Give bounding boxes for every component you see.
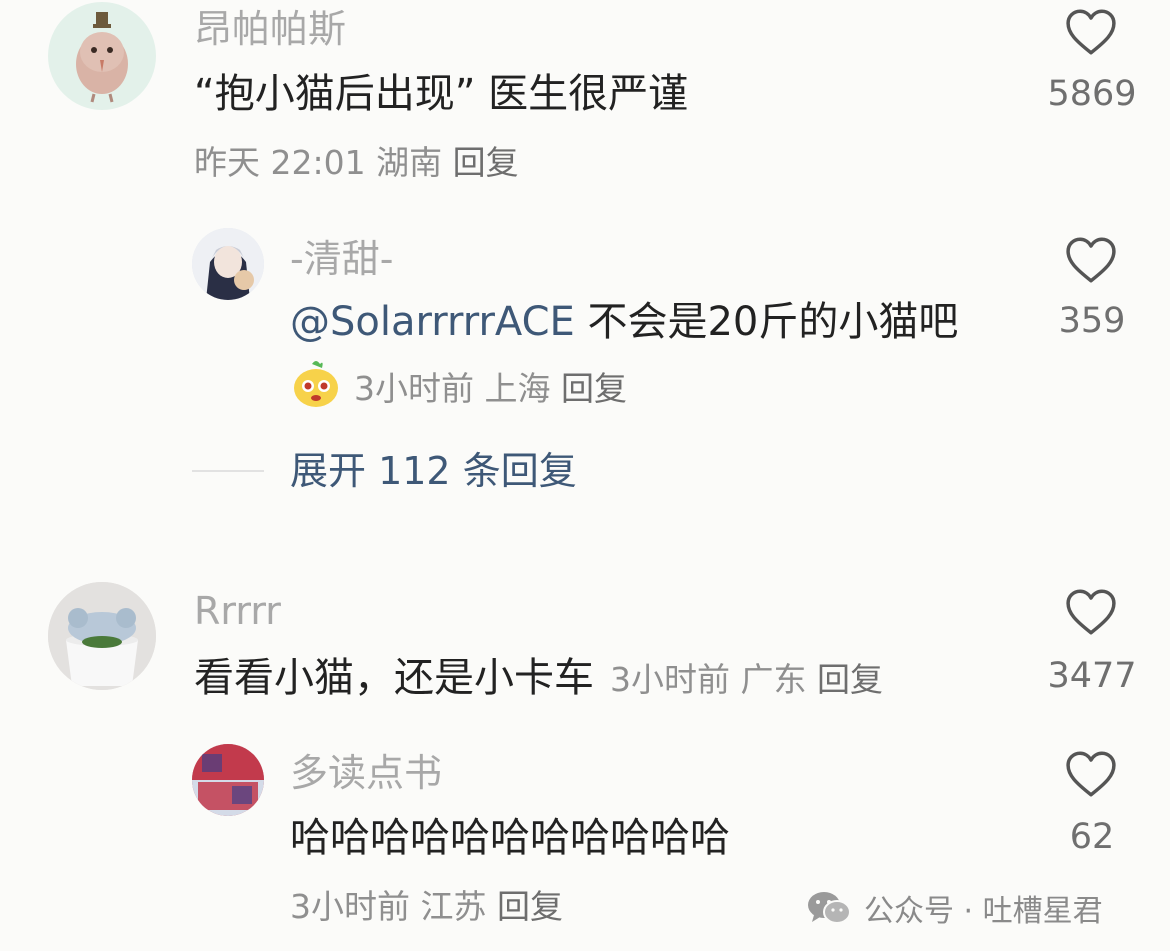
reply-button[interactable]: 回复	[497, 887, 563, 926]
comment-text: 看看小猫，还是小卡车	[194, 655, 594, 701]
heart-icon	[1066, 589, 1116, 635]
comment-time: 3小时前	[610, 660, 730, 699]
reply-location: 上海	[484, 369, 551, 408]
avatar[interactable]	[48, 582, 156, 690]
comment-text: “抱小猫后出现” 医生很严谨	[194, 71, 689, 117]
like-count: 62	[1069, 817, 1115, 857]
reply-username[interactable]: 多读点书	[290, 754, 442, 792]
comment-location: 湖南	[376, 143, 443, 182]
reply-text: 哈哈哈哈哈哈哈哈哈哈哈	[290, 815, 730, 861]
reply-text-content: 不会是20斤的小猫吧	[587, 299, 959, 345]
anime-avatar-icon	[192, 228, 264, 300]
emoji-sticker-icon	[294, 361, 338, 407]
reply-time: 3小时前	[354, 369, 474, 408]
text-avatar-icon	[192, 744, 264, 816]
avatar[interactable]	[192, 744, 264, 816]
wechat-icon	[808, 892, 851, 924]
reply-button[interactable]: 回复	[817, 660, 883, 699]
like-button[interactable]	[1064, 236, 1118, 288]
like-count: 359	[1058, 301, 1126, 341]
comment-meta: 3小时前 广东 回复	[610, 660, 883, 699]
reply-button[interactable]: 回复	[561, 369, 627, 408]
sticker-emoji	[290, 358, 342, 410]
reply-location: 江苏	[420, 887, 487, 926]
plush-cup-avatar-icon	[48, 582, 156, 690]
reply-meta: 3小时前 江苏 回复	[290, 890, 563, 923]
heart-icon	[1066, 237, 1116, 283]
comment-text-row: 看看小猫，还是小卡车 3小时前 广东 回复	[194, 658, 883, 698]
heart-icon	[1066, 751, 1116, 797]
like-count: 5869	[1047, 74, 1137, 114]
reply-text: @SolarrrrrACE 不会是20斤的小猫吧	[290, 302, 958, 342]
watermark: 公众号 · 吐槽星君	[806, 886, 1103, 930]
reply-username[interactable]: -清甜-	[290, 240, 393, 278]
comment-meta: 昨天 22:01 湖南 回复	[194, 146, 519, 179]
avatar[interactable]	[48, 2, 156, 110]
comment-time: 昨天 22:01	[194, 143, 366, 182]
mention-link[interactable]: @SolarrrrrACE	[290, 299, 575, 345]
avatar[interactable]	[192, 228, 264, 300]
reply-meta: 3小时前 上海 回复	[354, 372, 627, 405]
comment-username[interactable]: Rrrrr	[194, 592, 281, 630]
like-button[interactable]	[1064, 8, 1118, 60]
watermark-label: 公众号 · 吐槽星君	[864, 894, 1103, 929]
divider-line	[192, 470, 264, 472]
like-button[interactable]	[1064, 588, 1118, 640]
expand-replies-link[interactable]: 展开 112 条回复	[290, 452, 577, 490]
reply-button[interactable]: 回复	[453, 143, 519, 182]
like-button[interactable]	[1064, 750, 1118, 802]
bird-avatar-icon	[76, 12, 128, 103]
comment-username[interactable]: 昂帕帕斯	[194, 10, 346, 48]
heart-icon	[1066, 9, 1116, 55]
like-count: 3477	[1047, 656, 1137, 696]
reply-time: 3小时前	[290, 887, 410, 926]
comment-location: 广东	[740, 660, 807, 699]
